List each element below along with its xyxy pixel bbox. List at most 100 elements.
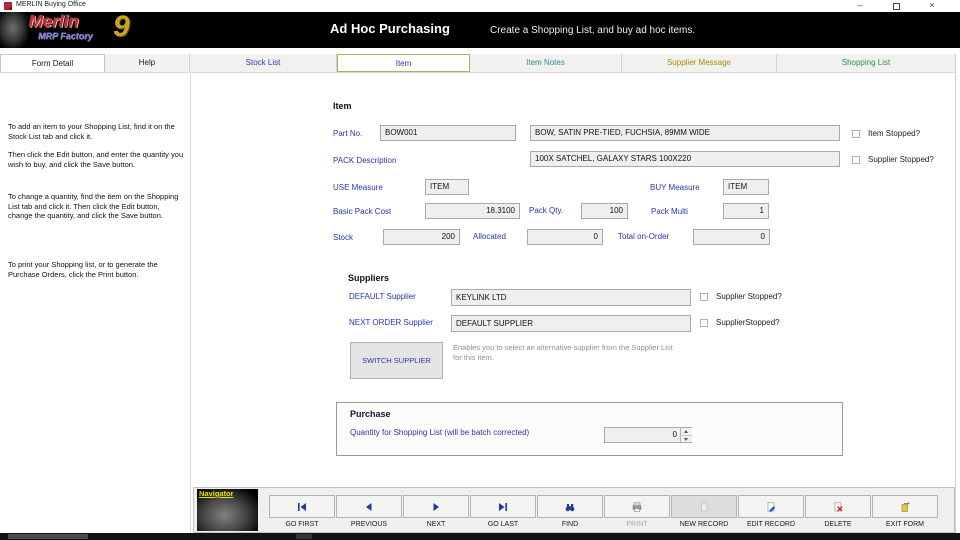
new-page-icon	[698, 501, 710, 513]
skip-first-icon	[296, 501, 308, 513]
prev-icon	[363, 501, 375, 513]
edit-record-button[interactable]: EDIT RECORD	[738, 495, 804, 528]
new-record-button[interactable]: NEW RECORD	[671, 495, 737, 528]
default-supplier-field[interactable]: KEYLINK LTD	[451, 289, 691, 306]
next-button[interactable]: NEXT	[403, 495, 469, 528]
page-title: Ad Hoc Purchasing	[330, 21, 450, 36]
navigator-image: Navigator	[197, 489, 258, 531]
find-label: FIND	[537, 521, 603, 528]
tab-strip: Form Detail Help Stock List Item Item No…	[0, 54, 955, 73]
buy-measure-field[interactable]: ITEM	[723, 179, 769, 195]
tab-form-detail[interactable]: Form Detail	[0, 54, 105, 72]
delete-button-face	[805, 495, 871, 518]
print-button-face	[604, 495, 670, 518]
tab-stock-list[interactable]: Stock List	[190, 54, 337, 72]
exit-form-button[interactable]: EXIT FORM	[872, 495, 938, 528]
spinner-down-icon[interactable]	[681, 436, 692, 443]
go-last-button-face	[470, 495, 536, 518]
next-order-supplier-stopped-checkbox[interactable]	[700, 319, 708, 327]
close-button[interactable]: ×	[917, 0, 947, 12]
find-button[interactable]: FIND	[537, 495, 603, 528]
go-first-button[interactable]: GO FIRST	[269, 495, 335, 528]
minimize-button[interactable]: –	[845, 0, 875, 12]
pack-multi-label: Pack Multi	[651, 207, 688, 216]
merlin-wizard-image	[0, 12, 28, 48]
tab-supplier-message[interactable]: Supplier Message	[622, 54, 777, 72]
tab-help[interactable]: Help	[105, 54, 190, 72]
new-record-button-face	[671, 495, 737, 518]
pack-multi-field[interactable]: 1	[723, 203, 769, 219]
previous-label: PREVIOUS	[336, 521, 402, 528]
pack-description-label: PACK Description	[333, 156, 396, 165]
supplier-stopped-checkbox[interactable]	[852, 156, 860, 164]
part-description-field[interactable]: BOW, SATIN PRE-TIED, FUCHSIA, 89MM WIDE	[530, 125, 840, 141]
default-supplier-stopped-label: Supplier Stopped?	[716, 292, 782, 301]
go-last-label: GO LAST	[470, 521, 536, 528]
page-subtitle: Create a Shopping List, and buy ad hoc i…	[490, 25, 695, 36]
part-no-label: Part No.	[333, 129, 362, 138]
basic-pack-cost-label: Basic Pack Cost	[333, 207, 391, 216]
delete-label: DELETE	[805, 521, 871, 528]
allocated-label: Allocated	[473, 232, 506, 241]
print-button[interactable]: PRINT	[604, 495, 670, 528]
part-no-field[interactable]: BOW001	[380, 125, 516, 141]
header-banner: Merlin MRP Factory 9 Ad Hoc Purchasing C…	[0, 12, 960, 48]
suppliers-section-heading: Suppliers	[348, 273, 389, 283]
brand-version-number: 9	[113, 10, 130, 44]
binoculars-icon	[564, 501, 576, 513]
default-supplier-label: DEFAULT Supplier	[349, 292, 416, 301]
shopping-list-qty-input[interactable]: 0	[604, 427, 692, 443]
skip-last-icon	[497, 501, 509, 513]
app-window: MERLIN Buying Office – × Merlin MRP Fact…	[0, 0, 960, 540]
next-label: NEXT	[403, 521, 469, 528]
exit-form-button-face	[872, 495, 938, 518]
edit-page-icon	[765, 501, 777, 513]
edit-record-button-face	[738, 495, 804, 518]
next-order-supplier-label: NEXT ORDER Supplier	[349, 318, 433, 327]
navigator-bar: Navigator GO FIRST PREVIOUS NEXT GO LAST	[193, 487, 955, 533]
default-supplier-stopped-checkbox[interactable]	[700, 293, 708, 301]
next-order-supplier-field[interactable]: DEFAULT SUPPLIER	[451, 315, 691, 332]
tab-shopping-list[interactable]: Shopping List	[777, 54, 955, 72]
app-icon	[4, 2, 12, 10]
title-bar: MERLIN Buying Office – ×	[0, 0, 960, 12]
instruction-paragraph: To change a quantity, find the item on t…	[8, 192, 186, 221]
stock-label: Stock	[333, 233, 353, 242]
delete-button[interactable]: DELETE	[805, 495, 871, 528]
delete-page-icon	[832, 501, 844, 513]
exit-door-icon	[899, 501, 911, 513]
brand-logo: Merlin	[29, 12, 79, 32]
pack-qty-field[interactable]: 100	[581, 203, 628, 219]
taskbar-strip	[0, 533, 960, 540]
qty-spinner	[680, 428, 692, 442]
pack-description-field[interactable]: 100X SATCHEL, GALAXY STARS 100X220	[530, 151, 840, 167]
new-record-label: NEW RECORD	[671, 521, 737, 528]
spinner-up-icon[interactable]	[681, 428, 692, 436]
purchase-section-heading: Purchase	[350, 409, 391, 419]
go-last-button[interactable]: GO LAST	[470, 495, 536, 528]
allocated-field[interactable]: 0	[527, 229, 603, 245]
stock-field[interactable]: 200	[383, 229, 460, 245]
item-stopped-checkbox[interactable]	[852, 130, 860, 138]
instruction-paragraph: To print your Shopping list, or to gener…	[8, 260, 186, 279]
tab-item-notes[interactable]: Item Notes	[470, 54, 622, 72]
go-first-label: GO FIRST	[269, 521, 335, 528]
edit-record-label: EDIT RECORD	[738, 521, 804, 528]
switch-supplier-button[interactable]: SWITCH SUPPLIER	[350, 342, 443, 379]
total-on-order-field[interactable]: 0	[693, 229, 770, 245]
printer-icon	[631, 501, 643, 513]
instruction-paragraph: Then click the Edit button, and enter th…	[8, 150, 186, 169]
switch-supplier-help-text: Enables you to select an alternative sup…	[453, 343, 678, 362]
item-section-heading: Item	[333, 101, 352, 111]
instruction-paragraph: To add an item to your Shopping List, fi…	[8, 122, 186, 141]
shopping-list-qty-label: Quantity for Shopping List (will be batc…	[350, 428, 529, 437]
use-measure-field[interactable]: ITEM	[425, 179, 469, 195]
next-order-supplier-stopped-label: SupplierStopped?	[716, 318, 780, 327]
previous-button[interactable]: PREVIOUS	[336, 495, 402, 528]
restore-button[interactable]	[881, 0, 911, 12]
navigator-label: Navigator	[199, 489, 234, 498]
basic-pack-cost-field[interactable]: 18.3100	[425, 203, 520, 219]
exit-form-label: EXIT FORM	[872, 521, 938, 528]
item-stopped-label: Item Stopped?	[868, 129, 920, 138]
tab-item[interactable]: Item	[337, 54, 470, 72]
